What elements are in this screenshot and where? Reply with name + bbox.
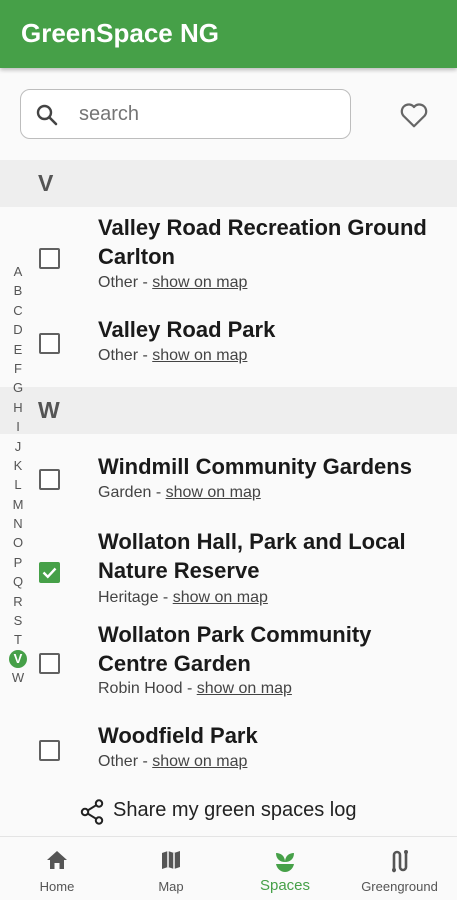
visited-checkbox[interactable] [39, 248, 60, 269]
alphabet-letter[interactable]: J [8, 437, 28, 456]
show-on-map-link[interactable]: show on map [152, 753, 247, 770]
section-header-w: W [0, 387, 457, 434]
nav-greenground[interactable]: Greenground [342, 837, 457, 900]
alphabet-letter[interactable]: M [8, 495, 28, 514]
space-name: Woodfield Park [98, 723, 258, 748]
alphabet-letter[interactable]: T [8, 630, 28, 649]
section-letter: W [38, 397, 60, 423]
list-item: Wollaton Hall, Park and Local Nature Res… [0, 522, 457, 618]
alphabet-letter[interactable]: I [8, 417, 28, 436]
bottom-navigation: Home Map Spaces Greenground [0, 836, 457, 900]
home-icon [47, 851, 67, 869]
search-input[interactable] [79, 98, 339, 130]
app-bar: GreenSpace NG [0, 0, 457, 68]
space-category: Other [98, 753, 139, 770]
space-category: Other [98, 347, 139, 364]
alphabet-letter[interactable]: H [8, 398, 28, 417]
alphabet-letter[interactable]: B [8, 281, 28, 300]
space-category: Robin Hood [98, 680, 183, 697]
space-meta: Heritage - show on map [98, 589, 268, 607]
share-label: Share my green spaces log [113, 799, 357, 821]
search-icon [36, 104, 58, 126]
alphabet-letter[interactable]: V [9, 649, 27, 668]
list-item: Valley Road Recreation Ground Carlton Ot… [0, 207, 457, 299]
space-name: Wollaton Park Community Centre Garden [98, 622, 372, 676]
nav-label: Home [39, 879, 75, 894]
alphabet-letter[interactable]: Q [8, 572, 28, 591]
space-category: Heritage [98, 589, 159, 606]
alphabet-letter[interactable]: P [8, 553, 28, 572]
visited-checkbox[interactable] [39, 740, 60, 761]
alphabet-letter[interactable]: G [8, 378, 28, 397]
visited-checkbox[interactable] [39, 469, 60, 490]
list-item: Wollaton Park Community Centre Garden Ro… [0, 618, 457, 712]
alphabet-letter[interactable]: L [8, 475, 28, 494]
visited-checkbox[interactable] [39, 653, 60, 674]
route-icon [392, 850, 408, 873]
separator: - [138, 274, 153, 291]
alphabet-letter[interactable]: R [8, 592, 28, 611]
app-title: GreenSpace NG [21, 18, 219, 48]
space-name: Valley Road Park [98, 317, 276, 342]
alphabet-letter[interactable]: W [8, 668, 28, 687]
alphabet-letter[interactable]: D [8, 320, 28, 339]
space-meta: Other - show on map [98, 347, 247, 365]
section-header-v: V [0, 160, 457, 207]
show-on-map-link[interactable]: show on map [152, 274, 247, 291]
section-letter: V [38, 170, 54, 196]
nav-label: Spaces [259, 877, 311, 894]
show-on-map-link[interactable]: show on map [166, 484, 261, 501]
nav-label: Map [158, 879, 184, 894]
alphabet-letter[interactable]: E [8, 340, 28, 359]
nav-label: Greenground [361, 879, 438, 894]
space-category: Other [98, 274, 139, 291]
nav-spaces[interactable]: Spaces [228, 837, 342, 900]
show-on-map-link[interactable]: show on map [197, 680, 292, 697]
search-box[interactable] [20, 89, 351, 139]
space-name: Wollaton Hall, Park and Local Nature Res… [98, 529, 406, 583]
alphabet-letter[interactable]: C [8, 301, 28, 320]
map-icon [162, 851, 180, 869]
spaces-list[interactable]: V Valley Road Recreation Ground Carlton … [0, 160, 457, 836]
space-meta: Other - show on map [98, 753, 247, 771]
separator: - [138, 753, 153, 770]
nav-home[interactable]: Home [0, 837, 114, 900]
alphabet-index[interactable]: ABCDEFGHIJKLMNOPQRSTVW [8, 262, 28, 687]
alphabet-letter[interactable]: F [8, 359, 28, 378]
alphabet-letter[interactable]: K [8, 456, 28, 475]
separator: - [182, 680, 197, 697]
alphabet-letter[interactable]: S [8, 611, 28, 630]
nav-map[interactable]: Map [114, 837, 228, 900]
heart-outline-icon[interactable] [399, 101, 429, 129]
alphabet-letter[interactable]: O [8, 533, 28, 552]
alphabet-letter[interactable]: A [8, 262, 28, 281]
share-icon [80, 799, 104, 825]
list-item: Woodfield Park Other - show on map [0, 712, 457, 802]
show-on-map-link[interactable]: show on map [173, 589, 268, 606]
separator: - [138, 347, 153, 364]
separator: - [158, 589, 173, 606]
space-meta: Other - show on map [98, 274, 247, 292]
space-meta: Robin Hood - show on map [98, 680, 292, 698]
list-item: Windmill Community Gardens Garden - show… [0, 434, 457, 522]
visited-checkbox[interactable] [39, 333, 60, 354]
visited-checkbox-checked[interactable] [39, 562, 60, 583]
space-category: Garden [98, 484, 152, 501]
list-item: Valley Road Park Other - show on map [0, 299, 457, 387]
separator: - [151, 484, 166, 501]
space-name: Valley Road Recreation Ground Carlton [98, 215, 427, 269]
alphabet-letter[interactable]: N [8, 514, 28, 533]
sprout-icon [276, 853, 294, 872]
space-name: Windmill Community Gardens [98, 454, 412, 479]
show-on-map-link[interactable]: show on map [152, 347, 247, 364]
space-meta: Garden - show on map [98, 484, 261, 502]
check-icon [42, 567, 57, 579]
